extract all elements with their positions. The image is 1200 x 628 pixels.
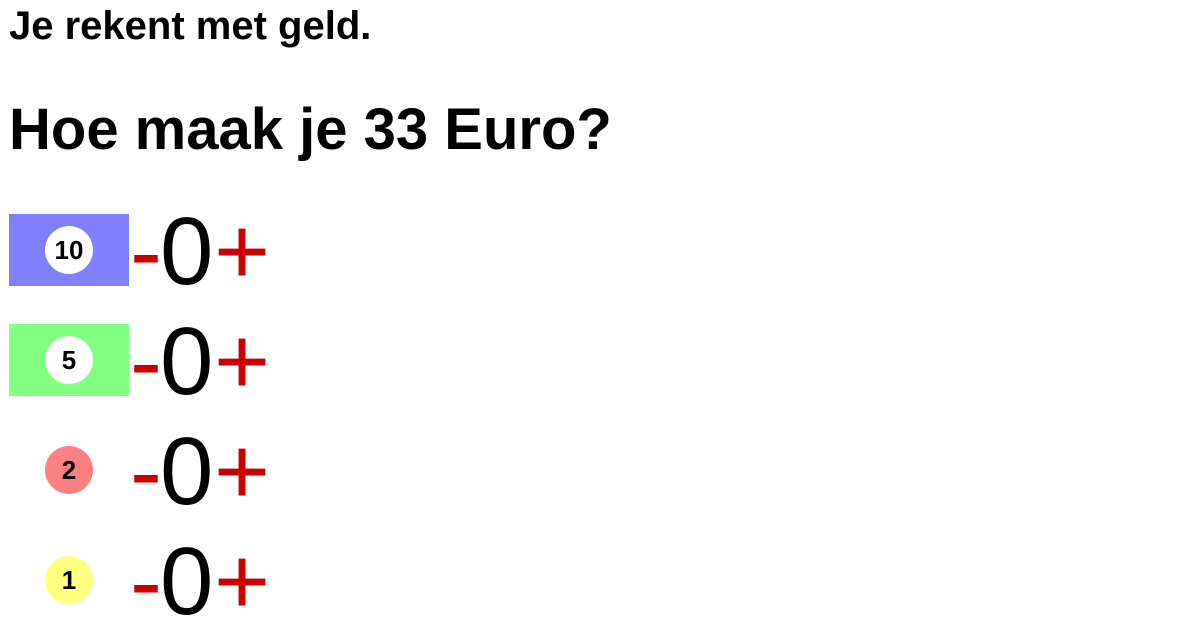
- denomination-row-2: 2 - 0 +: [9, 424, 409, 520]
- increment-1-button[interactable]: +: [214, 534, 270, 628]
- value-badge: 5: [45, 336, 93, 384]
- value-badge: 2: [45, 446, 93, 494]
- denomination-row-10: 10 - 0 +: [9, 204, 409, 300]
- count-10: 0: [160, 198, 214, 305]
- denomination-row-1: 1 - 0 +: [9, 534, 409, 628]
- decrement-1-button[interactable]: -: [130, 534, 162, 628]
- decrement-2-button[interactable]: -: [130, 424, 162, 520]
- bill-5-euro: 5: [9, 324, 129, 396]
- exercise-subtitle: Je rekent met geld.: [9, 4, 372, 48]
- value-badge: 1: [45, 556, 93, 604]
- count-2: 0: [160, 418, 214, 525]
- value-badge: 10: [45, 226, 93, 274]
- money-exercise-page: Je rekent met geld. Hoe maak je 33 Euro?…: [0, 0, 1200, 628]
- increment-5-button[interactable]: +: [214, 314, 270, 410]
- exercise-question: Hoe maak je 33 Euro?: [9, 97, 612, 162]
- increment-2-button[interactable]: +: [214, 424, 270, 520]
- bill-10-euro: 10: [9, 214, 129, 286]
- count-1: 0: [160, 528, 214, 628]
- decrement-5-button[interactable]: -: [130, 314, 162, 410]
- coin-1-euro: 1: [9, 544, 129, 616]
- decrement-10-button[interactable]: -: [130, 204, 162, 300]
- denomination-row-5: 5 - 0 +: [9, 314, 409, 410]
- count-5: 0: [160, 308, 214, 415]
- coin-2-euro: 2: [9, 434, 129, 506]
- increment-10-button[interactable]: +: [214, 204, 270, 300]
